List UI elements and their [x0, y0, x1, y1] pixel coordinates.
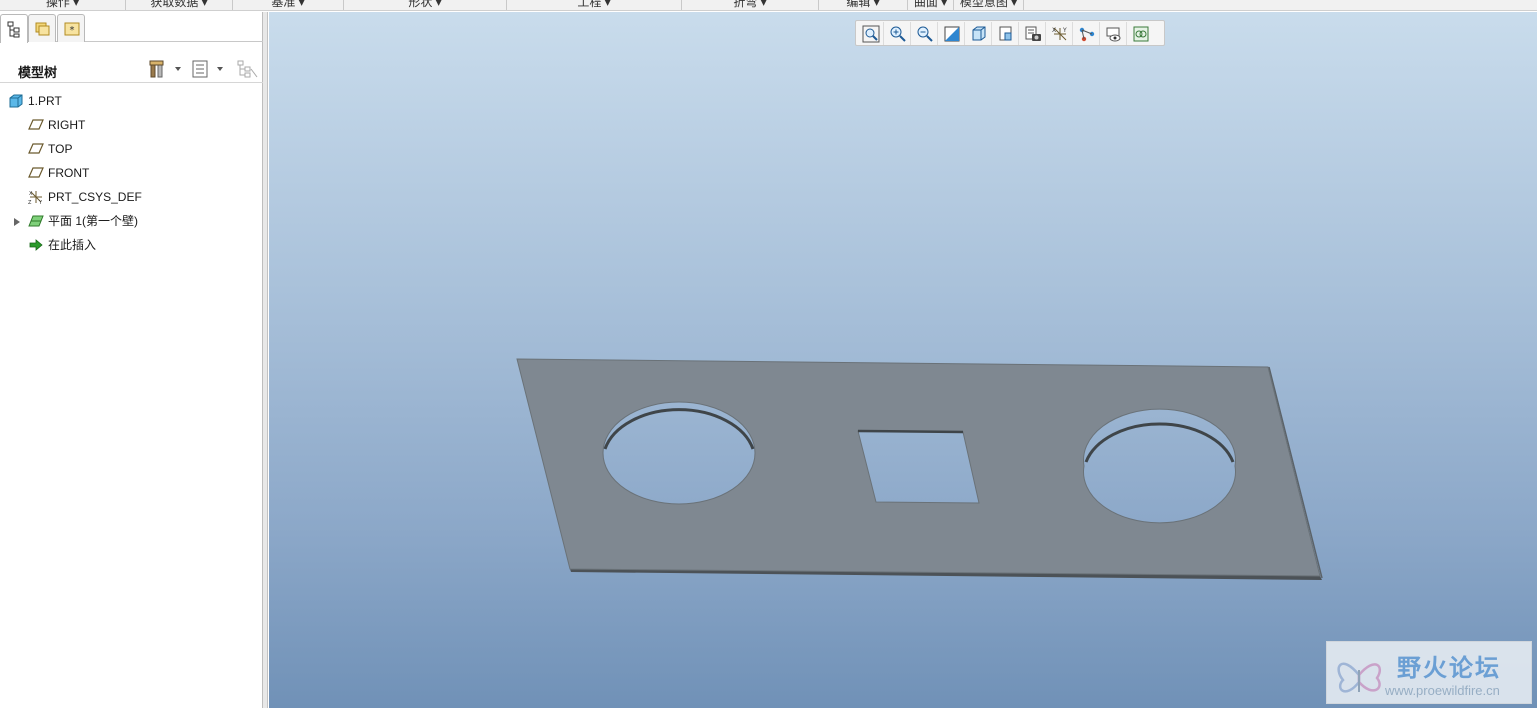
ribbon-group-shapes[interactable]: 形状 ▾ — [344, 0, 507, 10]
tree-item-label: 1.PRT — [28, 94, 62, 108]
tree-item-label: TOP — [48, 142, 73, 156]
ribbon-group-label: 获取数据 — [150, 0, 199, 9]
list-icon — [192, 60, 208, 78]
datum-plane-icon — [28, 143, 44, 154]
tree-item-label: RIGHT — [48, 118, 86, 132]
panel-splitter[interactable] — [263, 12, 268, 708]
svg-text:X: X — [29, 191, 33, 197]
navigator-tabs: * — [0, 12, 263, 43]
butterfly-logo-icon — [1337, 662, 1382, 693]
part-top-face — [516, 358, 1321, 577]
ribbon-group-surfaces[interactable]: 曲面 ▾ — [908, 0, 954, 10]
svg-text:Y: Y — [38, 200, 43, 205]
ribbon-group-datum[interactable]: 基准 ▾ — [233, 0, 344, 10]
ribbon-group-label: 基准 — [271, 0, 296, 9]
ribbon-group-bend[interactable]: 折弯 ▾ — [682, 0, 819, 10]
folder-icon — [35, 22, 50, 36]
forum-watermark: 野火论坛 www.proewildfire.cn — [1326, 641, 1532, 704]
tree-item-label: 在此插入 — [48, 238, 97, 252]
tools-icon — [149, 60, 164, 78]
tree-columns-button[interactable] — [191, 59, 209, 82]
datum-plane-icon — [28, 167, 44, 178]
folder-browser-tab[interactable] — [28, 14, 56, 42]
model-tree-title: 模型树 — [18, 65, 58, 80]
navigator-panel — [0, 12, 263, 708]
svg-text:Z: Z — [28, 200, 32, 205]
right-hole-rim — [1084, 422, 1235, 463]
csys-icon: X Y Z — [28, 191, 43, 205]
favorites-tab[interactable]: * — [57, 14, 85, 42]
watermark-title: 野火论坛 — [1397, 655, 1501, 682]
svg-text:*: * — [70, 25, 75, 36]
sheetmetal-wall-icon — [28, 215, 44, 227]
ribbon-group-get-data[interactable]: 获取数据 ▾ — [126, 0, 233, 10]
ribbon-group-bar: 操作 ▾ 获取数据 ▾ 基准 ▾ 形状 ▾ 工程 ▾ 折弯 ▾ 编辑 ▾ 曲面 … — [0, 0, 1537, 11]
part-icon — [9, 94, 23, 108]
ribbon-group-label: 形状 — [408, 0, 433, 9]
model-tree-header: 模型树 — [0, 55, 263, 83]
chevron-down-icon[interactable] — [217, 67, 223, 71]
ribbon-group-label: 编辑 — [846, 0, 871, 9]
ribbon-group-model-intent[interactable]: 模型意图 ▾ — [954, 0, 1024, 10]
ribbon-group-label: 模型意图 — [959, 0, 1008, 9]
filter-tree-icon — [237, 60, 258, 78]
tree-settings-button[interactable] — [148, 59, 168, 82]
ribbon-group-editing[interactable]: 编辑 ▾ — [819, 0, 908, 10]
watermark-url: www.proewildfire.cn — [1385, 683, 1500, 698]
ribbon-group-label: 折弯 — [733, 0, 758, 9]
ribbon-group-label: 操作 — [45, 0, 70, 9]
ribbon-group-label: 曲面 — [913, 0, 938, 9]
tree-item-label: FRONT — [48, 166, 90, 180]
tree-item-label: 平面 1(第一个壁) — [48, 214, 139, 228]
model-tree-tab[interactable] — [0, 14, 28, 43]
chevron-down-icon[interactable] — [175, 67, 181, 71]
ribbon-group-operations[interactable]: 操作 ▾ — [0, 0, 126, 10]
expand-arrow-icon[interactable] — [14, 218, 20, 226]
favorites-icon: * — [64, 22, 80, 36]
tree-filter-button[interactable] — [236, 59, 258, 82]
ribbon-group-label: 工程 — [577, 0, 602, 9]
sheetmetal-part-model[interactable] — [269, 12, 1537, 708]
ribbon-group-engineering[interactable]: 工程 ▾ — [507, 0, 682, 10]
graphics-viewport[interactable]: X Y 野火论坛 www.proewildfire.cn — [269, 12, 1537, 708]
insert-arrow-icon — [29, 239, 43, 251]
model-tree-icon — [7, 21, 20, 38]
tree-item-label: PRT_CSYS_DEF — [48, 190, 142, 204]
datum-plane-icon — [28, 119, 44, 130]
square-hole-rim — [857, 429, 964, 434]
